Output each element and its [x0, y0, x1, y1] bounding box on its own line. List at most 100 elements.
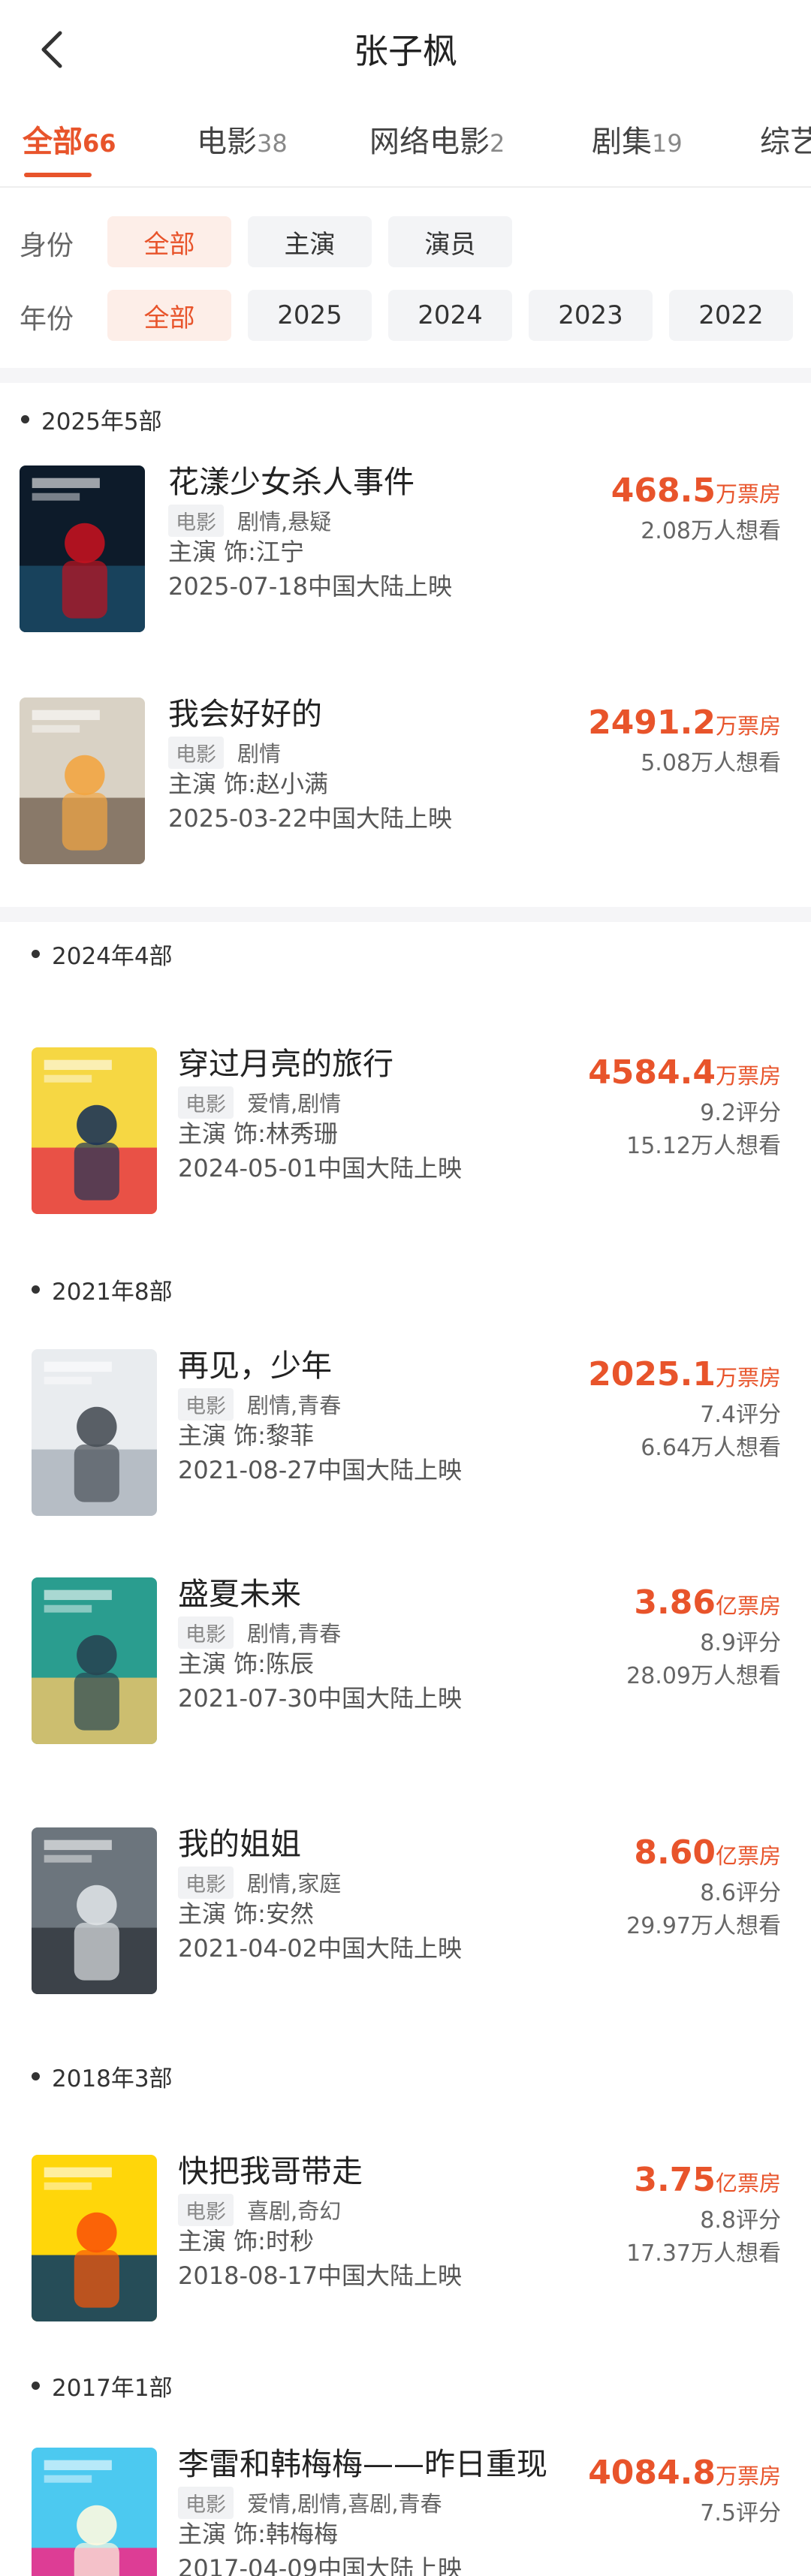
genre-text: 剧情 — [237, 741, 282, 767]
identity-chip-lead[interactable]: 主演 — [248, 216, 372, 267]
box-office: 8.60亿票房 — [634, 1833, 781, 1872]
box-office: 3.75亿票房 — [634, 2161, 781, 2199]
release-date: 2025-07-18中国大陆上映 — [168, 572, 452, 601]
want-count: 15.12万人想看 — [626, 1133, 781, 1159]
genre-text: 剧情,悬疑 — [237, 509, 332, 535]
section-divider — [0, 907, 811, 922]
movie-title: 我会好好的 — [168, 696, 322, 732]
movie-card[interactable]: 花漾少女杀人事件 电影 剧情,悬疑 主演 饰:江宁 2025-07-18中国大陆上… — [0, 464, 811, 638]
box-office: 468.5万票房 — [611, 472, 781, 510]
page-title: 张子枫 — [354, 31, 457, 71]
want-count: 28.09万人想看 — [626, 1663, 781, 1689]
want-count: 17.37万人想看 — [626, 2240, 781, 2267]
role-text: 主演 饰:韩梅梅 — [178, 2520, 338, 2548]
genre-text: 剧情,青春 — [247, 1393, 342, 1418]
role-text: 主演 饰:黎菲 — [178, 1421, 314, 1450]
movie-poster[interactable] — [20, 465, 145, 632]
identity-filter-label: 身份 — [20, 230, 74, 261]
year-filter: 年份 全部 2025 2024 2023 2022 — [0, 290, 811, 342]
release-date: 2018-08-17中国大陆上映 — [178, 2261, 462, 2290]
release-date: 2021-08-27中国大陆上映 — [178, 1456, 462, 1484]
section-divider — [0, 368, 811, 383]
box-office: 3.86亿票房 — [634, 1583, 781, 1622]
year-chip-2023[interactable]: 2023 — [529, 290, 653, 341]
release-date: 2024-05-01中国大陆上映 — [178, 1154, 462, 1183]
movie-poster[interactable] — [32, 1577, 157, 1744]
movie-title: 李雷和韩梅梅——昨日重现 — [178, 2446, 547, 2482]
release-date: 2017-04-09中国大陆上映 — [178, 2554, 462, 2576]
tab-variety[interactable]: 综艺 — [760, 117, 811, 161]
type-badge: 电影 — [178, 1866, 234, 1899]
type-badge: 电影 — [168, 504, 224, 537]
identity-chip-all[interactable]: 全部 — [107, 216, 231, 267]
tab-movies[interactable]: 电影38 — [197, 117, 288, 161]
movie-title: 花漾少女杀人事件 — [168, 464, 415, 500]
rating: 7.5评分 — [700, 2500, 781, 2526]
release-date: 2021-07-30中国大陆上映 — [178, 1684, 462, 1713]
back-arrow-icon[interactable] — [36, 27, 69, 72]
want-count: 29.97万人想看 — [626, 1913, 781, 1939]
want-count: 2.08万人想看 — [641, 518, 781, 544]
rating: 7.4评分 — [700, 1402, 781, 1428]
identity-chip-actor[interactable]: 演员 — [388, 216, 512, 267]
role-text: 主演 饰:林秀珊 — [178, 1119, 338, 1148]
role-text: 主演 饰:安然 — [178, 1900, 314, 1928]
rating: 8.9评分 — [700, 1630, 781, 1656]
genre-text: 剧情,家庭 — [247, 1871, 342, 1897]
category-tabs: 全部66 电影38 网络电影2 剧集19 综艺 — [0, 98, 811, 188]
year-chip-all[interactable]: 全部 — [107, 290, 231, 341]
movie-title: 再见，少年 — [178, 1348, 332, 1384]
year-group-2018: 2018年3部 — [32, 2059, 173, 2093]
role-text: 主演 饰:江宁 — [168, 538, 304, 566]
year-group-2021: 2021年8部 — [32, 1273, 173, 1306]
want-count: 5.08万人想看 — [641, 750, 781, 776]
movie-poster[interactable] — [32, 1827, 157, 1994]
rating: 8.6评分 — [700, 1880, 781, 1906]
movie-card[interactable]: 我的姐姐 电影 剧情,家庭 主演 饰:安然 2021-04-02中国大陆上映 8.… — [0, 1826, 811, 2000]
movie-card[interactable]: 穿过月亮的旅行 电影 爱情,剧情 主演 饰:林秀珊 2024-05-01中国大陆上… — [0, 1046, 811, 1220]
year-group-2017: 2017年1部 — [32, 2369, 173, 2403]
year-chip-2025[interactable]: 2025 — [248, 290, 372, 341]
type-badge: 电影 — [178, 1387, 234, 1421]
tab-series[interactable]: 剧集19 — [592, 117, 683, 161]
movie-card[interactable]: 快把我哥带走 电影 喜剧,奇幻 主演 饰:时秒 2018-08-17中国大陆上映 … — [0, 2153, 811, 2327]
release-date: 2025-03-22中国大陆上映 — [168, 804, 452, 833]
movie-card[interactable]: 盛夏未来 电影 剧情,青春 主演 饰:陈辰 2021-07-30中国大陆上映 3.… — [0, 1576, 811, 1750]
movie-title: 快把我哥带走 — [178, 2153, 363, 2189]
genre-text: 爱情,剧情,喜剧,青春 — [247, 2491, 442, 2517]
year-group-2024: 2024年4部 — [32, 937, 173, 971]
tab-all[interactable]: 全部66 — [23, 117, 116, 161]
movie-poster[interactable] — [20, 697, 145, 864]
rating: 8.8评分 — [700, 2207, 781, 2234]
type-badge: 电影 — [168, 736, 224, 769]
year-group-2025: 2025年5部 — [21, 402, 162, 436]
movie-card[interactable]: 我会好好的 电影 剧情 主演 饰:赵小满 2025-03-22中国大陆上映 249… — [0, 696, 811, 870]
type-badge: 电影 — [178, 2486, 234, 2519]
year-filter-label: 年份 — [20, 304, 74, 335]
movie-card[interactable]: 李雷和韩梅梅——昨日重现 电影 爱情,剧情,喜剧,青春 主演 饰:韩梅梅 2017… — [0, 2446, 811, 2576]
movie-poster[interactable] — [32, 2155, 157, 2321]
year-chip-2024[interactable]: 2024 — [388, 290, 512, 341]
want-count: 6.64万人想看 — [641, 1435, 781, 1461]
movie-title: 盛夏未来 — [178, 1576, 301, 1612]
genre-text: 爱情,剧情 — [247, 1091, 342, 1116]
page-header: 张子枫 — [0, 0, 811, 98]
genre-text: 喜剧,奇幻 — [247, 2198, 342, 2224]
active-tab-indicator — [24, 173, 92, 177]
movie-title: 我的姐姐 — [178, 1826, 301, 1862]
identity-filter: 身份 全部 主演 演员 — [0, 216, 811, 269]
role-text: 主演 饰:陈辰 — [178, 1650, 314, 1678]
release-date: 2021-04-02中国大陆上映 — [178, 1934, 462, 1963]
movie-title: 穿过月亮的旅行 — [178, 1046, 393, 1082]
type-badge: 电影 — [178, 1616, 234, 1649]
tab-web-movies[interactable]: 网络电影2 — [369, 117, 505, 161]
movie-poster[interactable] — [32, 1047, 157, 1214]
movie-poster[interactable] — [32, 1349, 157, 1516]
movie-poster[interactable] — [32, 2448, 157, 2576]
year-chip-2022[interactable]: 2022 — [669, 290, 793, 341]
movie-card[interactable]: 再见，少年 电影 剧情,青春 主演 饰:黎菲 2021-08-27中国大陆上映 2… — [0, 1348, 811, 1522]
box-office: 4084.8万票房 — [588, 2454, 781, 2492]
box-office: 2025.1万票房 — [588, 1355, 781, 1393]
rating: 9.2评分 — [700, 1100, 781, 1126]
type-badge: 电影 — [178, 1086, 234, 1119]
